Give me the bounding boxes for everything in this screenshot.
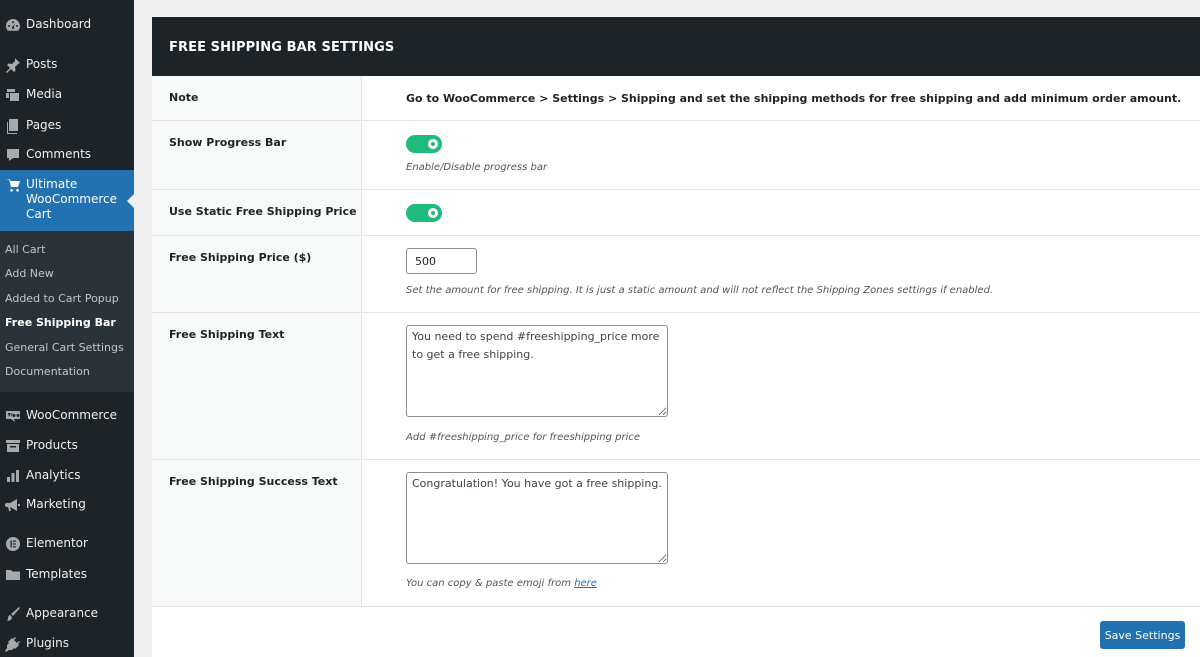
sidebar-item-analytics[interactable]: Analytics — [0, 468, 134, 484]
products-icon — [0, 438, 26, 454]
sidebar-item-label: Templates — [26, 567, 88, 581]
use-static-price-toggle[interactable] — [406, 204, 442, 222]
show-progress-bar-toggle[interactable] — [406, 135, 442, 153]
pages-icon — [0, 118, 26, 134]
setting-label: Note — [169, 91, 199, 104]
sidebar-item-label: Posts — [26, 57, 58, 71]
brush-icon — [0, 606, 26, 622]
sidebar-item-products[interactable]: Products — [0, 438, 134, 454]
sidebar-item-label: Dashboard — [26, 17, 92, 31]
sidebar-item-comments[interactable]: Comments — [0, 147, 134, 163]
save-settings-button[interactable]: Save Settings — [1100, 621, 1185, 649]
sidebar-item-pages[interactable]: Pages — [0, 118, 134, 134]
sidebar-item-label: Ultimate WooCommerce Cart — [26, 177, 117, 221]
setting-row-use-static-price: Use Static Free Shipping Price — [152, 190, 1200, 236]
emoji-here-link[interactable]: here — [574, 578, 597, 589]
sidebar-item-label: WooCommerce — [26, 408, 117, 422]
sidebar-item-ultimate-woocommerce-cart[interactable]: Ultimate WooCommerce Cart — [0, 170, 134, 231]
row-label-cell — [152, 236, 362, 312]
sidebar-item-label: Media — [26, 87, 63, 101]
free-shipping-success-text-textarea[interactable]: Congratulation! You have got a free ship… — [406, 472, 668, 564]
setting-label: Free Shipping Price ($) — [169, 251, 312, 264]
emoji-hint-text: You can copy & paste emoji from — [406, 578, 571, 589]
sidebar-item-woocommerce[interactable]: WooCommerce — [0, 408, 134, 424]
sidebar-item-label: Marketing — [26, 497, 86, 511]
sidebar-item-dashboard[interactable]: Dashboard — [0, 17, 134, 33]
setting-row-free-shipping-text: Free Shipping Text You need to spend #fr… — [152, 313, 1200, 460]
sidebar-item-posts[interactable]: Posts — [0, 57, 134, 73]
sidebar-item-label: Elementor — [26, 536, 88, 550]
note-text: Go to WooCommerce > Settings > Shipping … — [406, 92, 1182, 105]
comment-icon — [0, 147, 26, 163]
setting-row-free-shipping-price: Free Shipping Price ($) Set the amount f… — [152, 236, 1200, 313]
sidebar-item-marketing[interactable]: Marketing — [0, 497, 134, 513]
setting-description: Set the amount for free shipping. It is … — [406, 285, 994, 296]
setting-label: Use Static Free Shipping Price — [169, 205, 357, 218]
submenu-item-add-new[interactable]: Add New — [5, 267, 54, 280]
woocommerce-icon — [0, 408, 26, 424]
folder-icon — [0, 567, 26, 583]
setting-row-note: Note Go to WooCommerce > Settings > Ship… — [152, 76, 1200, 121]
sidebar-item-templates[interactable]: Templates — [0, 567, 134, 583]
cart-icon — [0, 177, 26, 193]
setting-row-free-shipping-success-text: Free Shipping Success Text Congratulatio… — [152, 460, 1200, 607]
submenu-item-general-cart-settings[interactable]: General Cart Settings — [5, 341, 124, 354]
elementor-icon — [0, 536, 26, 552]
toggle-knob — [428, 139, 438, 149]
analytics-icon — [0, 468, 26, 484]
sidebar-item-label: Plugins — [26, 636, 69, 650]
setting-label: Free Shipping Text — [169, 328, 285, 341]
submenu-item-all-cart[interactable]: All Cart — [5, 243, 45, 256]
sidebar-submenu: All Cart Add New Added to Cart Popup Fre… — [0, 231, 134, 392]
sidebar-item-elementor[interactable]: Elementor — [0, 536, 134, 552]
setting-label: Show Progress Bar — [169, 136, 287, 149]
submenu-item-free-shipping-bar[interactable]: Free Shipping Bar — [5, 316, 116, 329]
setting-row-show-progress-bar: Show Progress Bar Enable/Disable progres… — [152, 121, 1200, 190]
plug-icon — [0, 636, 26, 652]
page-title: FREE SHIPPING BAR SETTINGS — [169, 40, 395, 55]
sidebar-item-label: Products — [26, 438, 78, 452]
setting-label: Free Shipping Success Text — [169, 475, 338, 488]
setting-description: Add #freeshipping_price for freeshipping… — [406, 432, 640, 443]
sidebar-item-label: Comments — [26, 147, 92, 161]
admin-sidebar: Dashboard Posts Media Pages Comments Ult… — [0, 0, 134, 657]
free-shipping-text-textarea[interactable]: You need to spend #freeshipping_price mo… — [406, 325, 668, 417]
sidebar-item-label: Analytics — [26, 468, 81, 482]
setting-description: Enable/Disable progress bar — [406, 162, 548, 173]
megaphone-icon — [0, 497, 26, 513]
submenu-item-documentation[interactable]: Documentation — [5, 365, 90, 378]
setting-description: You can copy & paste emoji from here — [406, 578, 597, 589]
submenu-item-added-to-cart-popup[interactable]: Added to Cart Popup — [5, 292, 119, 305]
pin-icon — [0, 57, 26, 73]
free-shipping-price-input[interactable] — [406, 248, 477, 274]
active-menu-arrow — [127, 194, 134, 208]
panel-header: FREE SHIPPING BAR SETTINGS — [152, 17, 1200, 76]
settings-panel: FREE SHIPPING BAR SETTINGS Note Go to Wo… — [152, 17, 1200, 657]
sidebar-item-plugins[interactable]: Plugins — [0, 636, 134, 652]
sidebar-item-media[interactable]: Media — [0, 87, 134, 103]
sidebar-item-appearance[interactable]: Appearance — [0, 606, 134, 622]
dashboard-icon — [0, 17, 26, 33]
sidebar-item-label: Pages — [26, 118, 62, 132]
row-label-cell — [152, 121, 362, 189]
sidebar-item-label: Appearance — [26, 606, 99, 620]
media-icon — [0, 87, 26, 103]
toggle-knob — [428, 208, 438, 218]
